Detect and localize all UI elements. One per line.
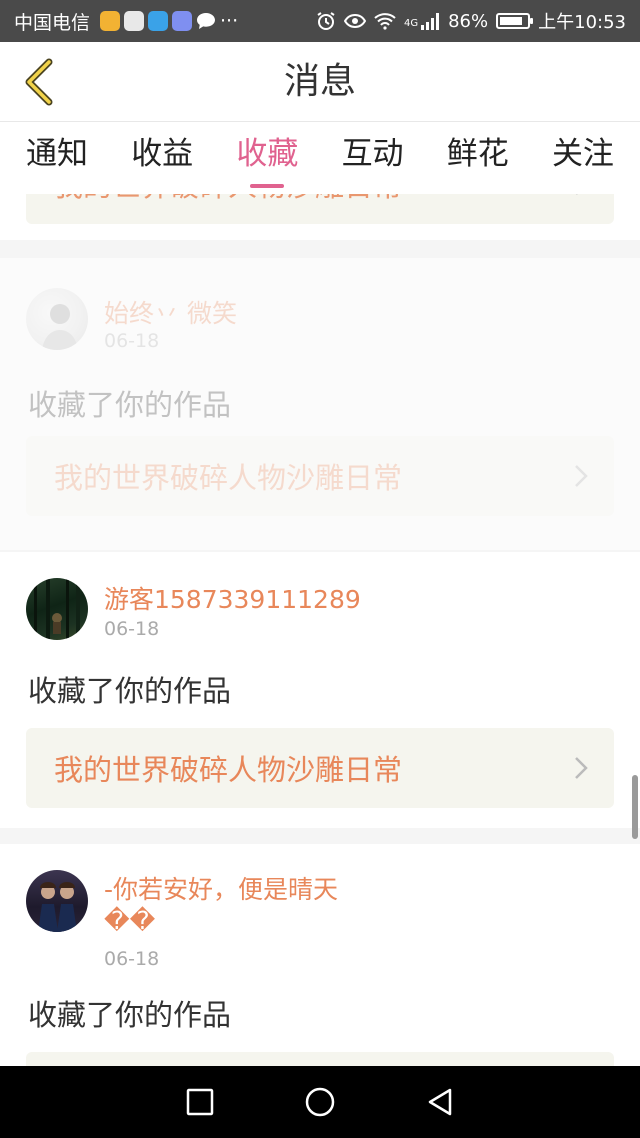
- chevron-right-icon: [575, 465, 588, 487]
- date: 06-18: [104, 948, 160, 970]
- tab-earnings[interactable]: 收益: [131, 122, 193, 194]
- tab-notifications[interactable]: 通知: [26, 122, 88, 194]
- overflow-indicator: ···: [220, 10, 239, 32]
- triangle-back-icon: [428, 1088, 452, 1116]
- avatar[interactable]: [26, 578, 88, 640]
- back-nav-button[interactable]: [416, 1078, 464, 1126]
- network-type: 4G: [403, 18, 419, 29]
- user-avatar-image: [34, 578, 80, 640]
- list-item: 游客1587339111289 06-18 收藏了你的作品 我的世界破碎人物沙雕…: [0, 552, 640, 828]
- telegram-icon: [148, 11, 169, 31]
- music-app-icon: [172, 11, 193, 31]
- work-title: 我的世界破碎人物沙雕日常: [54, 753, 403, 787]
- eye-comfort-icon: [343, 13, 366, 29]
- battery-icon: [496, 13, 534, 29]
- action-text: 收藏了你的作品: [28, 674, 232, 708]
- page-title: 消息: [283, 61, 356, 102]
- title-bar: 消息: [0, 42, 640, 122]
- action-text: 收藏了你的作品: [28, 388, 232, 422]
- username-continued[interactable]: ��: [104, 906, 155, 935]
- square-icon: [186, 1088, 214, 1116]
- chevron-right-icon: [575, 757, 588, 779]
- work-link[interactable]: [26, 1052, 614, 1066]
- battery-percent: 86%: [448, 10, 489, 32]
- message-feed[interactable]: 我的世界破碎人物沙雕日常 始终丷 微笑 06-18 收藏了你的作品 我的世界破碎…: [0, 194, 640, 1066]
- work-title: 我的世界破碎人物沙雕日常: [54, 194, 402, 205]
- chevron-right-icon: [576, 194, 578, 195]
- date: 06-18: [104, 618, 160, 640]
- username[interactable]: 始终丷 微笑: [104, 294, 237, 330]
- avatar[interactable]: [26, 870, 88, 932]
- list-item: -你若安好，便是晴天 �� 06-18 收藏了你的作品: [0, 844, 640, 1066]
- date: 06-18: [104, 330, 160, 352]
- battery-fill: [500, 17, 523, 25]
- home-button[interactable]: [296, 1078, 344, 1126]
- scrollbar[interactable]: [632, 775, 638, 839]
- carrier-name: 中国电信: [14, 11, 91, 34]
- tab-bar: 通知 收益 收藏 互动 鲜花 关注: [0, 122, 640, 194]
- work-link[interactable]: 我的世界破碎人物沙雕日常: [26, 436, 614, 516]
- username[interactable]: -你若安好，便是晴天: [104, 870, 338, 906]
- notification-icons: ···: [100, 10, 238, 32]
- chat-bubble-icon: [196, 12, 216, 30]
- tab-flowers[interactable]: 鲜花: [447, 122, 509, 194]
- tab-follows[interactable]: 关注: [552, 122, 614, 194]
- work-link[interactable]: 我的世界破碎人物沙雕日常: [26, 728, 614, 808]
- clock: 上午10:53: [538, 12, 626, 33]
- system-nav-bar: [0, 1066, 640, 1138]
- signal-icon: [420, 12, 440, 30]
- circle-icon: [305, 1087, 335, 1117]
- tab-interactions[interactable]: 互动: [342, 122, 404, 194]
- tab-favorites[interactable]: 收藏: [236, 122, 298, 194]
- recents-button[interactable]: [176, 1078, 224, 1126]
- avatar[interactable]: [26, 288, 88, 350]
- user-avatar-image: [42, 304, 78, 350]
- alarm-icon: [316, 11, 336, 31]
- username[interactable]: 游客1587339111289: [104, 580, 361, 616]
- list-item: 始终丷 微笑 06-18 收藏了你的作品 我的世界破碎人物沙雕日常: [0, 258, 640, 550]
- work-link[interactable]: 我的世界破碎人物沙雕日常: [26, 194, 614, 224]
- video-app-icon: [124, 11, 145, 31]
- list-item: 我的世界破碎人物沙雕日常: [0, 194, 640, 240]
- status-bar: 中国电信 ··· 4G 86% 上午10:53: [0, 0, 640, 42]
- user-avatar-image: [38, 882, 77, 932]
- app-notification-icon: [100, 11, 121, 31]
- wifi-icon: [374, 12, 396, 30]
- work-title: 我的世界破碎人物沙雕日常: [54, 461, 403, 495]
- action-text: 收藏了你的作品: [28, 998, 232, 1032]
